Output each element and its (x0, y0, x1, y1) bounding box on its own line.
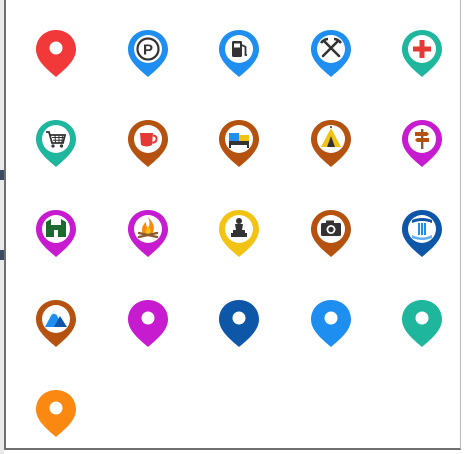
marker-option-hostel[interactable] (34, 208, 78, 258)
marker-option-teal[interactable] (400, 298, 444, 348)
tent-pin-icon (310, 120, 351, 167)
marker-option-gas[interactable] (217, 28, 261, 78)
marker-picker-panel: P (4, 0, 461, 450)
marker-option-camping[interactable] (309, 118, 353, 168)
svg-text:P: P (142, 42, 152, 59)
waterfall-pin-icon (402, 210, 442, 257)
cup-pin-icon (127, 120, 168, 167)
camera-pin-icon (310, 210, 351, 257)
marker-option-blue[interactable] (309, 298, 353, 348)
marker-option-navy[interactable] (217, 298, 261, 348)
parking-pin-icon: P (127, 30, 168, 77)
signpost-pin-icon (402, 120, 442, 167)
hospital-pin-icon (402, 30, 442, 77)
map-pin-icon (310, 300, 351, 347)
map-pin-icon (127, 300, 168, 347)
marker-option-default[interactable] (34, 28, 78, 78)
cart-pin-icon (36, 120, 76, 167)
map-pin-icon (402, 300, 442, 347)
marker-grid: P (34, 28, 448, 438)
gas-pin-icon (219, 30, 259, 77)
marker-option-orange[interactable] (34, 388, 78, 438)
map-pin-icon (219, 300, 259, 347)
fire-pin-icon (127, 210, 168, 257)
monument-pin-icon (219, 210, 259, 257)
hostel-pin-icon (36, 210, 76, 257)
map-pin-icon (36, 390, 76, 437)
mountain-pin-icon (36, 300, 76, 347)
marker-option-cafe[interactable] (126, 118, 170, 168)
marker-option-peak[interactable] (34, 298, 78, 348)
mine-pin-icon (310, 30, 351, 77)
marker-option-hotel[interactable] (217, 118, 261, 168)
marker-option-hospital[interactable] (400, 28, 444, 78)
marker-option-campfire[interactable] (126, 208, 170, 258)
marker-option-shop[interactable] (34, 118, 78, 168)
bed-pin-icon (219, 120, 259, 167)
marker-option-waterfall[interactable] (400, 208, 444, 258)
marker-option-mine[interactable] (309, 28, 353, 78)
map-pin-icon (36, 30, 76, 77)
marker-option-parking[interactable]: P (126, 28, 170, 78)
marker-option-trail[interactable] (400, 118, 444, 168)
marker-option-viewpoint[interactable] (309, 208, 353, 258)
marker-option-magenta[interactable] (126, 298, 170, 348)
marker-option-monument[interactable] (217, 208, 261, 258)
